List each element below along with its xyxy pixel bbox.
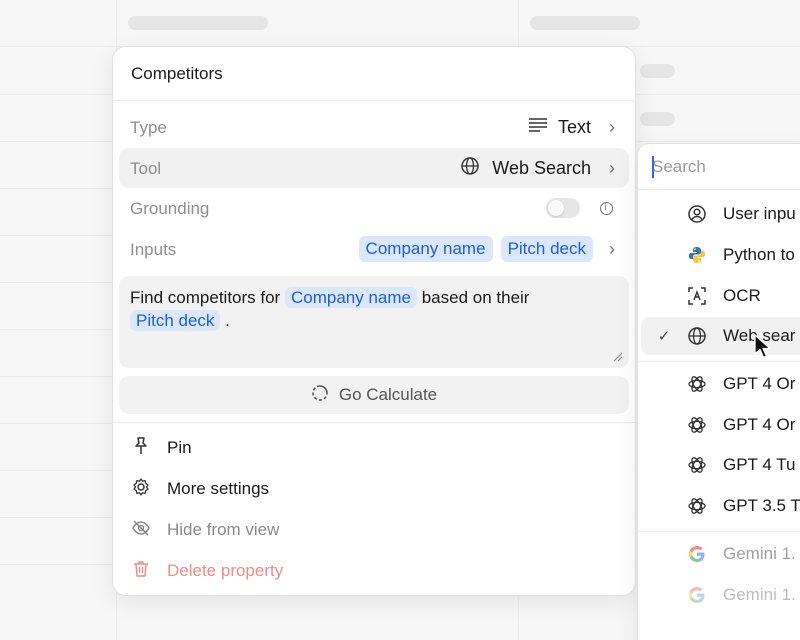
- panel-title: Competitors: [131, 64, 223, 83]
- pin-label: Pin: [167, 438, 192, 457]
- search-input[interactable]: [652, 156, 800, 178]
- divider: [113, 100, 635, 101]
- openai-icon: [687, 496, 707, 516]
- eye-off-icon: [131, 518, 151, 543]
- dropdown-item-model[interactable]: Gemini 1.: [641, 535, 800, 573]
- grounding-toggle[interactable]: [546, 198, 580, 218]
- prompt-text: based on their: [421, 288, 530, 307]
- mouse-cursor-icon: [754, 334, 771, 359]
- scan-text-icon: [687, 286, 707, 306]
- globe-icon: [687, 326, 707, 346]
- loader-icon: [311, 384, 329, 407]
- dropdown-item-label: Gemini 1.: [723, 585, 796, 604]
- python-icon: [687, 245, 707, 265]
- dropdown-item-ocr[interactable]: OCR: [641, 277, 800, 315]
- openai-icon: [687, 415, 707, 435]
- prompt-chip-pitch-deck[interactable]: Pitch deck: [130, 310, 221, 331]
- inputs-row[interactable]: Inputs Company name Pitch deck ›: [119, 229, 629, 269]
- divider: [113, 422, 635, 423]
- dropdown-item-model[interactable]: GPT 4 Tu: [641, 446, 800, 484]
- more-settings-menu-item[interactable]: More settings: [131, 474, 269, 504]
- globe-icon: [460, 156, 480, 181]
- google-icon: [687, 585, 707, 605]
- prompt-text: .: [225, 311, 230, 330]
- type-label: Type: [130, 118, 167, 137]
- grounding-row: Grounding: [119, 188, 629, 228]
- divider: [638, 361, 800, 362]
- dropdown-item-label: GPT 4 Tu: [723, 455, 796, 474]
- dropdown-search: [638, 144, 800, 190]
- dropdown-item-label: GPT 3.5 T: [723, 496, 800, 515]
- go-calculate-button[interactable]: Go Calculate: [119, 376, 629, 414]
- delete-property-label: Delete property: [167, 561, 284, 580]
- input-chip-pitch-deck[interactable]: Pitch deck: [500, 236, 593, 262]
- openai-icon: [687, 455, 707, 475]
- input-chip-company-name[interactable]: Company name: [358, 236, 493, 262]
- tool-label: Tool: [130, 159, 162, 178]
- trash-icon: [131, 559, 151, 584]
- prompt-editor[interactable]: Find competitors for Company name based …: [119, 276, 629, 368]
- type-value: Text: [557, 116, 591, 137]
- dropdown-item-label: GPT 4 Or: [723, 415, 796, 434]
- openai-icon: [687, 374, 707, 394]
- divider: [638, 531, 800, 532]
- prompt-chip-company-name[interactable]: Company name: [284, 287, 417, 308]
- user-circle-icon: [687, 204, 707, 224]
- chevron-right-icon: ›: [609, 238, 615, 259]
- dropdown-item-label: GPT 4 Or: [723, 374, 796, 393]
- pin-menu-item[interactable]: Pin: [131, 433, 192, 463]
- dropdown-item-model[interactable]: GPT 4 Or: [641, 406, 800, 444]
- chevron-right-icon: ›: [609, 116, 615, 137]
- more-settings-label: More settings: [167, 479, 270, 498]
- inputs-label: Inputs: [130, 240, 177, 259]
- tool-dropdown: User inpu Python to OCR ✓ Web sear GPT 4…: [637, 143, 800, 640]
- dropdown-item-user-input[interactable]: User inpu: [641, 195, 800, 233]
- dropdown-item-web-search[interactable]: ✓ Web sear: [641, 317, 800, 355]
- property-panel: Competitors Type Text › Tool Web Search …: [112, 46, 636, 596]
- type-row[interactable]: Type Text ›: [119, 107, 629, 147]
- chevron-right-icon: ›: [609, 157, 615, 178]
- gear-icon: [131, 477, 151, 502]
- hide-from-view-menu-item[interactable]: Hide from view: [131, 515, 279, 545]
- info-icon[interactable]: [600, 201, 613, 215]
- dropdown-item-model[interactable]: Gemini 1.: [641, 576, 800, 614]
- google-icon: [687, 544, 707, 564]
- text-caret: [652, 156, 654, 178]
- tool-value: Web Search: [492, 157, 591, 178]
- tool-row[interactable]: Tool Web Search ›: [119, 148, 629, 188]
- text-lines-icon: [528, 117, 548, 138]
- dropdown-item-label: User inpu: [723, 204, 796, 223]
- dropdown-item-python-tool[interactable]: Python to: [641, 236, 800, 274]
- check-icon: ✓: [657, 328, 671, 345]
- dropdown-item-model[interactable]: GPT 4 Or: [641, 365, 800, 403]
- grounding-label: Grounding: [130, 199, 210, 218]
- hide-from-view-label: Hide from view: [167, 520, 280, 539]
- dropdown-item-label: Gemini 1.: [723, 544, 796, 563]
- delete-property-menu-item[interactable]: Delete property: [131, 556, 283, 586]
- dropdown-item-model[interactable]: GPT 3.5 T: [641, 487, 800, 525]
- go-calculate-label: Go Calculate: [338, 385, 438, 404]
- pin-icon: [131, 436, 151, 461]
- resize-handle-icon[interactable]: [613, 352, 623, 362]
- dropdown-item-label: Python to: [723, 245, 795, 264]
- dropdown-item-label: OCR: [723, 286, 761, 305]
- prompt-text: Find competitors for: [130, 288, 281, 307]
